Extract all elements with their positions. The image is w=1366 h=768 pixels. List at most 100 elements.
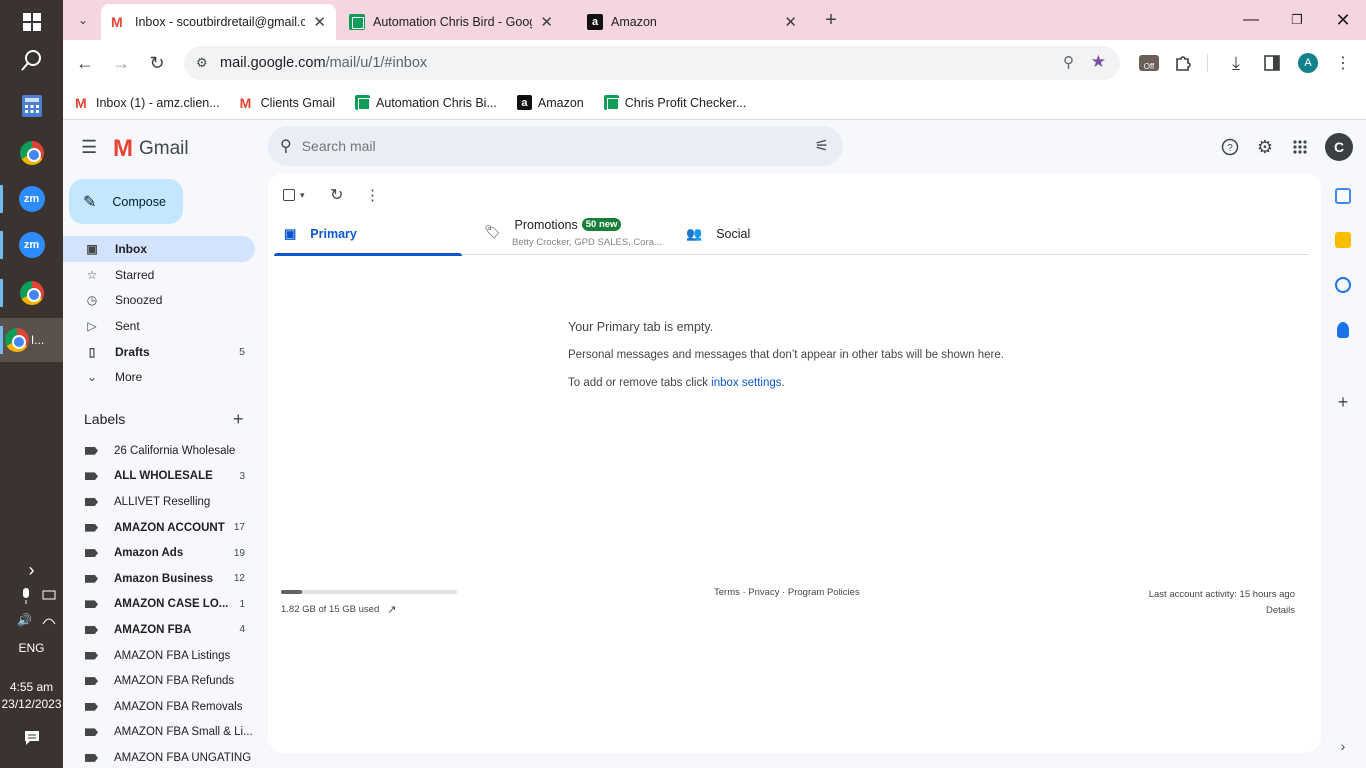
- help-icon[interactable]: ?: [1219, 136, 1241, 158]
- chrome-menu-icon[interactable]: ⋮: [1331, 51, 1355, 75]
- label-item[interactable]: AMAZON FBA Listings: [63, 643, 255, 669]
- show-hidden-icon[interactable]: ›: [0, 560, 63, 581]
- browser-tab-amazon[interactable]: a Amazon ✕: [577, 4, 807, 40]
- chrome-profile-v-icon[interactable]: [0, 271, 63, 315]
- extensions-puzzle-icon[interactable]: [1171, 51, 1195, 75]
- taskbar-date[interactable]: 23/12/2023: [0, 697, 63, 711]
- nav-count: 5: [239, 345, 245, 358]
- label-item[interactable]: AMAZON FBA Refunds: [63, 668, 255, 694]
- side-panel-icon[interactable]: [1260, 51, 1284, 75]
- nav-item-inbox[interactable]: ▣ Inbox: [63, 236, 255, 262]
- nav-item-more[interactable]: ⌄ More: [63, 364, 255, 390]
- forward-icon[interactable]: →: [109, 51, 133, 75]
- language-indicator[interactable]: ENG: [0, 641, 63, 655]
- site-info-icon[interactable]: ⚙: [196, 55, 208, 71]
- storage-usage-fill: [281, 590, 303, 594]
- nav-item-drafts[interactable]: ▯ Drafts 5: [63, 339, 255, 365]
- account-avatar[interactable]: C: [1325, 133, 1353, 161]
- tab-social[interactable]: 👥 Social: [686, 213, 806, 255]
- contacts-icon[interactable]: [1337, 322, 1349, 338]
- close-tab-icon[interactable]: ✕: [540, 13, 553, 31]
- extension-off-icon[interactable]: Off: [1137, 51, 1161, 75]
- chrome-profile-a-icon[interactable]: I...: [0, 318, 63, 362]
- details-link[interactable]: Details: [1149, 603, 1295, 619]
- inbox-settings-link[interactable]: inbox settings: [711, 377, 781, 389]
- bookmark-item[interactable]: Chris Profit Checker...: [603, 95, 746, 110]
- minimize-icon[interactable]: —: [1228, 0, 1274, 40]
- tasks-icon[interactable]: [1335, 277, 1351, 293]
- tab-promotions-label: Promotions: [514, 218, 578, 232]
- label-item[interactable]: AMAZON ACCOUNT 17: [63, 515, 255, 541]
- show-side-panel-icon[interactable]: ›: [1335, 738, 1351, 754]
- amazon-icon: a: [516, 95, 532, 110]
- sheets-icon: [354, 95, 370, 110]
- search-input[interactable]: [301, 138, 782, 154]
- calculator-icon[interactable]: [0, 84, 63, 128]
- back-icon[interactable]: ←: [73, 51, 97, 75]
- zoom-app-icon-2[interactable]: zm: [0, 223, 63, 267]
- google-apps-icon[interactable]: [1289, 136, 1311, 158]
- label-item[interactable]: ALLIVET Reselling: [63, 489, 255, 515]
- bookmark-star-icon[interactable]: ★: [1091, 52, 1106, 72]
- sheets-icon: [349, 14, 365, 30]
- search-icon[interactable]: [0, 38, 63, 82]
- bookmark-item[interactable]: M Inbox (1) - amz.clien...: [75, 95, 220, 111]
- reload-icon[interactable]: ↻: [145, 51, 169, 75]
- label-item[interactable]: AMAZON FBA 4: [63, 617, 255, 643]
- bookmark-item[interactable]: M Clients Gmail: [240, 95, 335, 111]
- add-label-icon[interactable]: +: [233, 409, 244, 430]
- get-addons-icon[interactable]: +: [1335, 392, 1351, 413]
- more-options-icon[interactable]: ⋮: [365, 185, 380, 205]
- calendar-icon[interactable]: [1335, 188, 1351, 204]
- tab-promotions[interactable]: 🏷 Promotions 50 new Betty Crocker, GPD S…: [484, 213, 684, 255]
- tray-icons[interactable]: 🔊: [0, 588, 63, 631]
- gmail-logo[interactable]: M Gmail: [113, 135, 189, 163]
- keep-icon[interactable]: [1335, 232, 1351, 248]
- download-icon[interactable]: ⤓: [1224, 51, 1248, 75]
- taskbar-time[interactable]: 4:55 am: [0, 680, 63, 694]
- settings-gear-icon[interactable]: ⚙: [1254, 136, 1276, 158]
- label-item[interactable]: AMAZON CASE LO... 1: [63, 592, 255, 618]
- close-tab-icon[interactable]: ✕: [313, 13, 326, 31]
- label-icon: [85, 574, 98, 583]
- storage-usage-bar: [281, 590, 457, 594]
- address-bar[interactable]: ⚙ mail.google.com/mail/u/1/#inbox ⚲ ★: [184, 46, 1120, 80]
- bookmark-item[interactable]: a Amazon: [516, 95, 584, 110]
- tab-search-icon[interactable]: ⌄: [71, 8, 95, 32]
- zoom-icon[interactable]: ⚲: [1063, 53, 1074, 71]
- close-window-icon[interactable]: ✕: [1320, 0, 1366, 40]
- compose-button[interactable]: ✎ Compose: [69, 179, 183, 224]
- zoom-app-icon[interactable]: zm: [0, 177, 63, 221]
- label-item[interactable]: AMAZON FBA Small & Li...: [63, 720, 255, 746]
- label-item[interactable]: AMAZON FBA Removals: [63, 694, 255, 720]
- notifications-icon[interactable]: [0, 716, 63, 760]
- gmail-logo-icon: M: [113, 135, 133, 162]
- search-icon[interactable]: ⚲: [280, 136, 292, 156]
- nav-item-snoozed[interactable]: ◷ Snoozed: [63, 287, 255, 313]
- tab-primary[interactable]: ▣ Primary: [274, 213, 462, 256]
- select-all-checkbox[interactable]: ▾: [283, 185, 305, 205]
- external-link-icon[interactable]: ↗: [387, 603, 396, 616]
- bookmark-item[interactable]: Automation Chris Bi...: [354, 95, 497, 110]
- browser-tab-inbox[interactable]: M Inbox - scoutbirdretail@gmail.com ✕: [101, 4, 336, 40]
- label-item[interactable]: AMAZON FBA UNGATING: [63, 745, 255, 768]
- label-item[interactable]: Amazon Business 12: [63, 566, 255, 592]
- hint-prefix: To add or remove tabs click: [568, 377, 712, 389]
- refresh-icon[interactable]: ↻: [330, 185, 343, 205]
- browser-tab-automation[interactable]: Automation Chris Bird - Google ✕: [339, 4, 563, 40]
- close-tab-icon[interactable]: ✕: [784, 13, 797, 31]
- search-options-icon[interactable]: ⚟: [815, 136, 829, 156]
- label-item[interactable]: ALL WHOLESALE 3: [63, 464, 255, 490]
- nav-item-sent[interactable]: ▷ Sent: [63, 313, 255, 339]
- search-bar[interactable]: ⚲ ⚟: [268, 126, 843, 166]
- nav-item-starred[interactable]: ☆ Starred: [63, 262, 255, 288]
- footer-links[interactable]: Terms · Privacy · Program Policies: [714, 587, 860, 598]
- restore-icon[interactable]: ❐: [1274, 0, 1320, 40]
- main-menu-icon[interactable]: ☰: [81, 137, 101, 157]
- new-tab-icon[interactable]: +: [819, 8, 843, 32]
- label-item[interactable]: Amazon Ads 19: [63, 540, 255, 566]
- bookmark-label: Inbox (1) - amz.clien...: [96, 95, 220, 110]
- label-item[interactable]: 26 California Wholesale: [63, 438, 255, 464]
- profile-avatar[interactable]: A: [1296, 51, 1320, 75]
- chrome-icon[interactable]: [0, 131, 63, 175]
